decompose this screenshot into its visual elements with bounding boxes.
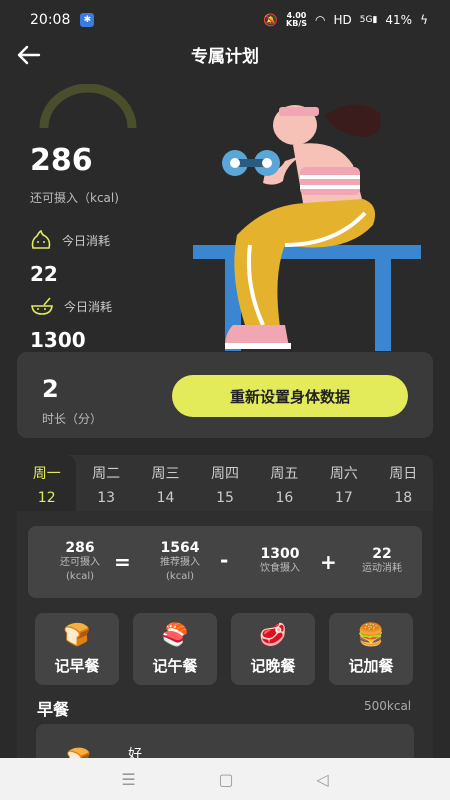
tab-day-5[interactable]: 周五 16 xyxy=(255,455,314,511)
formula-sport: 22 运动消耗 xyxy=(362,546,402,574)
formula-recommended: 1564 推荐摄入 (kcal) xyxy=(160,540,200,582)
back-triangle-icon[interactable]: ◁ xyxy=(316,770,328,789)
reset-body-data-button[interactable]: 重新设置身体数据 xyxy=(172,375,408,417)
tab-day-4[interactable]: 周四 15 xyxy=(195,455,254,511)
steak-icon: 🥩 xyxy=(259,623,287,648)
network-speed: 4.00 KB/S xyxy=(286,11,307,28)
wifi-icon: ◠ xyxy=(315,13,326,27)
tab-day-3[interactable]: 周三 14 xyxy=(136,455,195,511)
breakfast-title: 早餐 xyxy=(37,700,70,719)
sushi-icon: 🍣 xyxy=(161,623,189,648)
week-tabs: 周一 12 周二 13 周三 14 周四 15 周五 16 周六 17 周日 18 xyxy=(17,455,433,511)
plus-sign: + xyxy=(320,550,337,574)
charging-icon: ϟ xyxy=(420,13,428,27)
burn-value-2: 1300 xyxy=(30,328,86,352)
home-icon[interactable]: ▢ xyxy=(218,770,233,789)
duration-label: 时长（分） xyxy=(42,412,103,426)
equals-sign: = xyxy=(114,550,131,574)
duration-value: 2 xyxy=(42,375,59,403)
calorie-gauge xyxy=(39,84,137,129)
workout-illustration xyxy=(193,104,421,351)
calorie-formula: 286 还可摄入 (kcal) = 1564 推荐摄入 (kcal) - 130… xyxy=(28,526,422,598)
burn-label-1: 今日消耗 xyxy=(62,233,111,248)
log-snack-button[interactable]: 🍔 记加餐 xyxy=(329,613,413,685)
tab-day-6[interactable]: 周六 17 xyxy=(314,455,373,511)
burn-row-2: 今日消耗 xyxy=(30,296,112,316)
remaining-kcal-label: 还可摄入（kcal) xyxy=(30,191,119,205)
page-title: 专属计划 xyxy=(191,47,259,67)
minus-sign: - xyxy=(220,548,229,572)
flame-face-icon xyxy=(31,230,51,249)
burger-icon: 🍔 xyxy=(357,623,385,648)
tab-day-1[interactable]: 周一 12 xyxy=(17,455,77,511)
formula-remaining: 286 还可摄入 (kcal) xyxy=(60,540,100,582)
bowl-icon xyxy=(31,297,53,315)
signal-icon: 5G▮ xyxy=(359,15,378,25)
burn-value-1: 22 xyxy=(30,262,58,286)
menu-icon[interactable]: ☰ xyxy=(121,770,135,789)
battery-level: 41% xyxy=(385,13,413,27)
toast-icon: 🍞 xyxy=(63,623,91,648)
app-notification-icon: ✱ xyxy=(80,13,95,27)
system-nav-bar: ☰ ▢ ◁ xyxy=(0,758,450,800)
network-type: HD xyxy=(333,13,352,27)
formula-diet: 1300 饮食摄入 xyxy=(260,546,300,574)
mute-icon: 🔕 xyxy=(263,13,279,27)
status-bar: 20:08 ✱ 🔕 4.00 KB/S ◠ HD 5G▮ 41% ϟ xyxy=(0,0,450,40)
log-lunch-button[interactable]: 🍣 记午餐 xyxy=(133,613,217,685)
burn-label-2: 今日消耗 xyxy=(64,299,113,314)
remaining-kcal-value: 286 xyxy=(30,143,93,178)
status-time: 20:08 xyxy=(30,12,71,28)
tab-day-7[interactable]: 周日 18 xyxy=(374,455,433,511)
breakfast-kcal: 500kcal xyxy=(364,699,412,713)
burn-row-1: 今日消耗 xyxy=(30,230,110,250)
tab-day-2[interactable]: 周二 13 xyxy=(76,455,135,511)
log-dinner-button[interactable]: 🥩 记晚餐 xyxy=(231,613,315,685)
log-breakfast-button[interactable]: 🍞 记早餐 xyxy=(35,613,119,685)
